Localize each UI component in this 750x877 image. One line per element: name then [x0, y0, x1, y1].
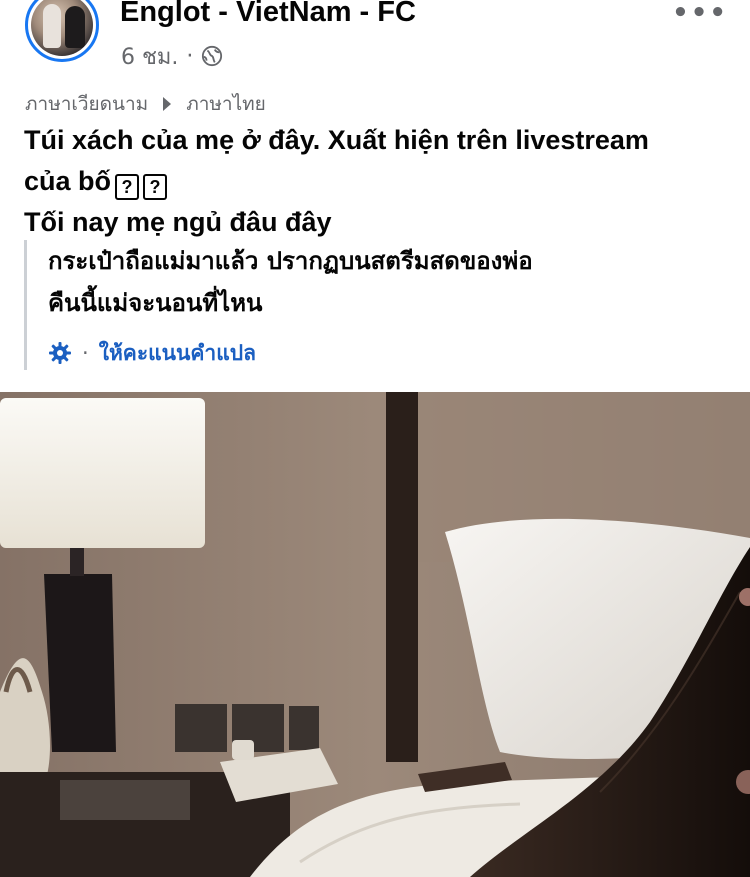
unknown-emoji-box: ?	[115, 174, 140, 200]
post-header: Englot - VietNam - FC 6 ชม. · •••	[0, 0, 750, 80]
target-language: ภาษาไทย	[186, 93, 266, 115]
hotel-room-photo	[0, 392, 750, 877]
rate-translation-row[interactable]: · ให้คะแนนคำแปล	[48, 336, 256, 370]
page-name[interactable]: Englot - VietNam - FC	[120, 0, 416, 29]
post-text-line-3: Tối nay mẹ ngủ đâu đây	[24, 207, 332, 237]
translated-line-2: คืนนี้แม่จะนอนที่ไหน	[48, 289, 263, 317]
post-text-line-1: Túi xách của mẹ ở đây. Xuất hiện trên li…	[24, 125, 649, 155]
globe-icon	[202, 45, 223, 67]
gear-icon[interactable]	[48, 341, 72, 365]
post-time[interactable]: 6 ชม.	[121, 39, 178, 74]
post-meta: 6 ชม. ·	[121, 42, 223, 70]
post-text: Túi xách của mẹ ở đây. Xuất hiện trên li…	[24, 120, 734, 243]
post-text-line-2-text: của bố	[24, 166, 112, 196]
meta-separator: ·	[186, 43, 194, 69]
post-photo[interactable]	[0, 392, 750, 877]
rate-translation-link[interactable]: ให้คะแนนคำแปล	[99, 337, 256, 370]
translation-language-bar: ภาษาเวียดนาม ภาษาไทย	[25, 90, 266, 118]
rate-separator: ·	[82, 341, 89, 365]
translated-text-block: กระเป๋าถือแม่มาแล้ว ปรากฏบนสตรีมสดของพ่อ…	[24, 240, 727, 370]
arrow-right-icon	[163, 97, 172, 111]
unknown-emoji-box: ?	[143, 174, 168, 200]
source-language: ภาษาเวียดนาม	[25, 93, 149, 115]
post-text-line-2: của bố??	[24, 161, 734, 202]
avatar-photo	[31, 0, 93, 56]
translated-text: กระเป๋าถือแม่มาแล้ว ปรากฏบนสตรีมสดของพ่อ…	[48, 240, 533, 324]
more-options-icon[interactable]: •••	[672, 0, 728, 28]
translated-line-1: กระเป๋าถือแม่มาแล้ว ปรากฏบนสตรีมสดของพ่อ	[48, 247, 533, 275]
page-avatar[interactable]	[25, 0, 99, 62]
